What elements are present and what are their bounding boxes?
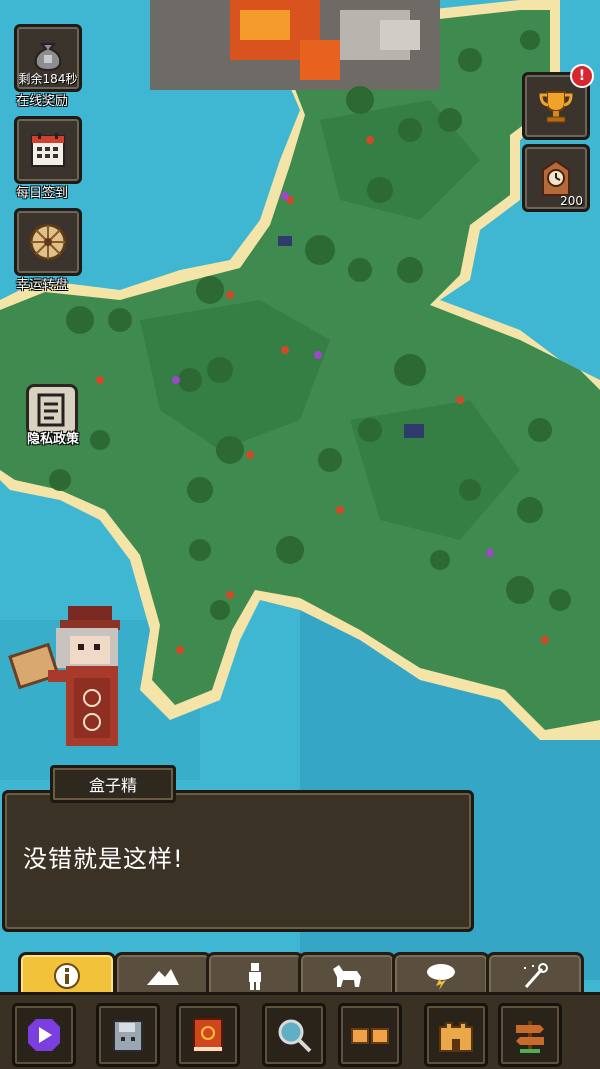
online-reward-button[interactable]: 剩余184秒 xyxy=(14,24,82,92)
privacy-policy-label: 隐私政策 xyxy=(26,432,79,447)
bottom-toolbar xyxy=(0,992,600,1069)
dialog-text: 没错就是这样! xyxy=(23,845,184,873)
box-spirit-character xyxy=(8,606,120,746)
routes-button[interactable] xyxy=(498,1003,562,1067)
animal-icon xyxy=(333,965,361,987)
storm-icon xyxy=(427,964,455,990)
castle-icon xyxy=(439,1022,473,1052)
tab-powers[interactable] xyxy=(392,952,490,997)
trophy-icon xyxy=(539,91,573,123)
inspect-button[interactable] xyxy=(262,1003,326,1067)
play-icon xyxy=(28,1019,60,1051)
human-icon xyxy=(249,963,261,990)
tab-info[interactable] xyxy=(18,952,116,997)
online-reward-label: 在线奖励 xyxy=(16,94,69,109)
dialog-speaker-name: 盒子精 xyxy=(50,765,176,803)
dialog-box[interactable]: 没错就是这样! xyxy=(2,790,474,932)
daily-checkin-label: 每日签到 xyxy=(16,186,69,201)
wheel-icon xyxy=(29,223,67,261)
book-icon xyxy=(193,1018,223,1052)
lucky-wheel-button[interactable] xyxy=(14,208,82,276)
daily-checkin-button[interactable] xyxy=(14,116,82,184)
moneybag-icon xyxy=(34,43,62,72)
info-icon xyxy=(54,963,80,989)
privacy-policy-button[interactable]: 隐私政策 xyxy=(18,384,82,450)
tab-tools[interactable] xyxy=(486,952,584,997)
achievements-badge: ! xyxy=(570,64,594,88)
clock-icon xyxy=(542,159,570,196)
calendar-icon xyxy=(31,133,65,167)
lucky-wheel-label: 幸运转盘 xyxy=(16,278,69,293)
diplomacy-button[interactable] xyxy=(338,1003,402,1067)
online-reward-timer: 剩余184秒 xyxy=(18,72,78,86)
play-button[interactable] xyxy=(12,1003,76,1067)
kingdoms-button[interactable] xyxy=(424,1003,488,1067)
tab-terrain[interactable] xyxy=(114,952,212,997)
book-button[interactable] xyxy=(176,1003,240,1067)
handshake-icon xyxy=(351,1028,389,1044)
save-button[interactable] xyxy=(96,1003,160,1067)
clock-button[interactable]: 200 xyxy=(522,144,590,212)
tab-creatures[interactable] xyxy=(298,952,396,997)
signpost-icon xyxy=(516,1021,544,1053)
mountain-icon xyxy=(147,969,179,985)
clock-count: 200 xyxy=(560,194,583,208)
magic-wand-icon xyxy=(524,963,548,988)
inspect-icon xyxy=(278,1019,312,1053)
tab-races[interactable] xyxy=(206,952,304,997)
category-tabs xyxy=(0,952,600,997)
save-icon xyxy=(113,1020,143,1052)
